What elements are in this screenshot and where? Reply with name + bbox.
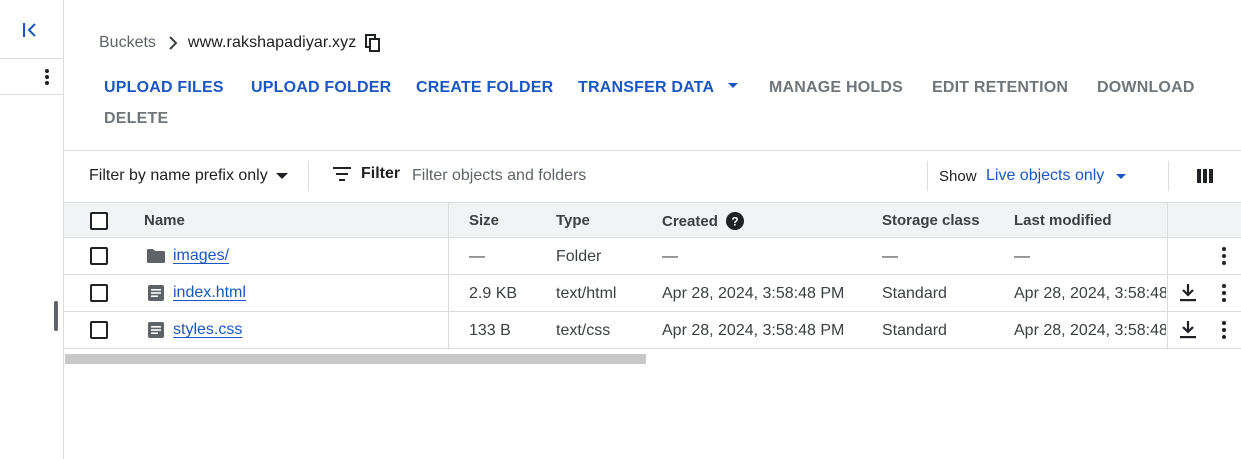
file-icon bbox=[147, 284, 165, 302]
column-header-storage-class[interactable]: Storage class bbox=[882, 212, 980, 229]
filter-label: Filter bbox=[361, 165, 401, 182]
view-columns-icon[interactable] bbox=[1197, 168, 1213, 189]
dropdown-arrow-icon bbox=[1116, 173, 1127, 179]
folder-icon bbox=[147, 247, 165, 265]
help-icon[interactable]: ? bbox=[725, 212, 744, 230]
column-header-last-modified[interactable]: Last modified bbox=[1014, 212, 1112, 229]
divider bbox=[927, 161, 928, 191]
object-created: Apr 28, 2024, 3:58:48 PM bbox=[662, 322, 845, 339]
dropdown-arrow-icon bbox=[728, 83, 739, 89]
object-type: Folder bbox=[556, 248, 602, 265]
column-header-created-label: Created bbox=[662, 212, 718, 230]
column-divider bbox=[448, 275, 449, 311]
prefix-filter-label: Filter by name prefix only bbox=[89, 167, 268, 184]
download-button[interactable]: DOWNLOAD bbox=[1097, 79, 1195, 97]
column-divider bbox=[448, 203, 449, 237]
edit-retention-button[interactable]: EDIT RETENTION bbox=[932, 79, 1068, 97]
object-last-modified: Apr 28, 2024, 3:58:48 bbox=[1014, 285, 1166, 302]
object-last-modified: — bbox=[1014, 248, 1030, 265]
object-name-link[interactable]: images/ bbox=[173, 247, 229, 265]
divider bbox=[308, 161, 309, 191]
upload-folder-button[interactable]: UPLOAD FOLDER bbox=[251, 79, 391, 97]
object-type: text/css bbox=[556, 322, 611, 339]
column-divider bbox=[1167, 203, 1168, 237]
breadcrumb: Buckets www.rakshapadiyar.xyz bbox=[99, 32, 381, 54]
object-created: — bbox=[662, 248, 678, 265]
chevron-right-icon bbox=[168, 36, 178, 50]
transfer-data-label: TRANSFER DATA bbox=[578, 79, 715, 96]
table-header: Name Size Type Created ? Storage class L… bbox=[64, 202, 1241, 238]
show-label: Show bbox=[939, 168, 977, 185]
column-header-type[interactable]: Type bbox=[556, 212, 590, 229]
row-checkbox[interactable] bbox=[90, 284, 108, 302]
breadcrumb-buckets-link[interactable]: Buckets bbox=[99, 34, 156, 52]
divider bbox=[1168, 161, 1169, 191]
column-divider bbox=[448, 238, 449, 274]
breadcrumb-bucket-name: www.rakshapadiyar.xyz bbox=[187, 34, 357, 51]
table-row[interactable]: index.html 2.9 KB text/html Apr 28, 2024… bbox=[64, 275, 1241, 312]
left-rail bbox=[0, 0, 64, 459]
file-icon bbox=[147, 321, 165, 339]
object-storage-class: Standard bbox=[882, 285, 947, 302]
table-row[interactable]: images/ — Folder — — — bbox=[64, 238, 1241, 275]
svg-text:?: ? bbox=[731, 215, 738, 229]
column-header-created[interactable]: Created ? bbox=[662, 212, 744, 230]
upload-files-button[interactable]: UPLOAD FILES bbox=[104, 79, 224, 97]
rail-menu-row bbox=[0, 58, 63, 95]
object-name-link[interactable]: styles.css bbox=[173, 321, 242, 339]
object-last-modified: Apr 28, 2024, 3:58:48 bbox=[1014, 322, 1166, 339]
transfer-data-button[interactable]: TRANSFER DATA bbox=[578, 79, 739, 97]
more-vert-icon[interactable] bbox=[40, 67, 54, 87]
prefix-filter-select[interactable]: Filter by name prefix only bbox=[89, 167, 288, 185]
more-vert-icon[interactable] bbox=[1214, 246, 1234, 266]
row-checkbox[interactable] bbox=[90, 321, 108, 339]
column-header-name[interactable]: Name bbox=[144, 212, 185, 229]
column-divider bbox=[1167, 238, 1168, 274]
column-divider bbox=[1167, 312, 1168, 348]
column-divider bbox=[1167, 275, 1168, 311]
object-size: 2.9 KB bbox=[469, 285, 518, 302]
object-type: text/html bbox=[556, 285, 617, 302]
manage-holds-button[interactable]: MANAGE HOLDS bbox=[769, 79, 903, 97]
object-visibility-value: Live objects only bbox=[986, 167, 1105, 184]
table-row[interactable]: styles.css 133 B text/css Apr 28, 2024, … bbox=[64, 312, 1241, 349]
object-size: 133 B bbox=[469, 322, 511, 339]
download-icon[interactable] bbox=[1178, 283, 1198, 303]
column-divider bbox=[448, 312, 449, 348]
collapse-left-icon[interactable] bbox=[18, 18, 42, 42]
more-vert-icon[interactable] bbox=[1214, 283, 1234, 303]
create-folder-button[interactable]: CREATE FOLDER bbox=[416, 79, 553, 97]
object-name-link[interactable]: index.html bbox=[173, 284, 246, 302]
more-vert-icon[interactable] bbox=[1214, 320, 1234, 340]
object-created: Apr 28, 2024, 3:58:48 PM bbox=[662, 285, 845, 302]
filter-bar: Filter by name prefix only Filter Show L… bbox=[64, 150, 1241, 202]
copy-icon[interactable] bbox=[365, 34, 381, 52]
delete-button[interactable]: DELETE bbox=[104, 110, 168, 128]
panel-resize-handle[interactable] bbox=[54, 301, 58, 331]
filter-input[interactable] bbox=[412, 163, 912, 189]
horizontal-scrollbar[interactable] bbox=[64, 350, 1168, 366]
object-storage-class: — bbox=[882, 248, 898, 265]
objects-table: Name Size Type Created ? Storage class L… bbox=[64, 202, 1241, 349]
select-all-checkbox[interactable] bbox=[90, 212, 108, 230]
object-storage-class: Standard bbox=[882, 322, 947, 339]
object-size: — bbox=[469, 248, 485, 265]
filter-list-icon bbox=[333, 167, 351, 181]
dropdown-arrow-icon bbox=[275, 173, 288, 179]
object-visibility-select[interactable]: Live objects only bbox=[986, 167, 1127, 185]
row-checkbox[interactable] bbox=[90, 247, 108, 265]
filter-button[interactable]: Filter bbox=[333, 165, 400, 183]
column-header-size[interactable]: Size bbox=[469, 212, 499, 229]
download-icon[interactable] bbox=[1178, 320, 1198, 340]
scrollbar-thumb[interactable] bbox=[65, 354, 646, 364]
